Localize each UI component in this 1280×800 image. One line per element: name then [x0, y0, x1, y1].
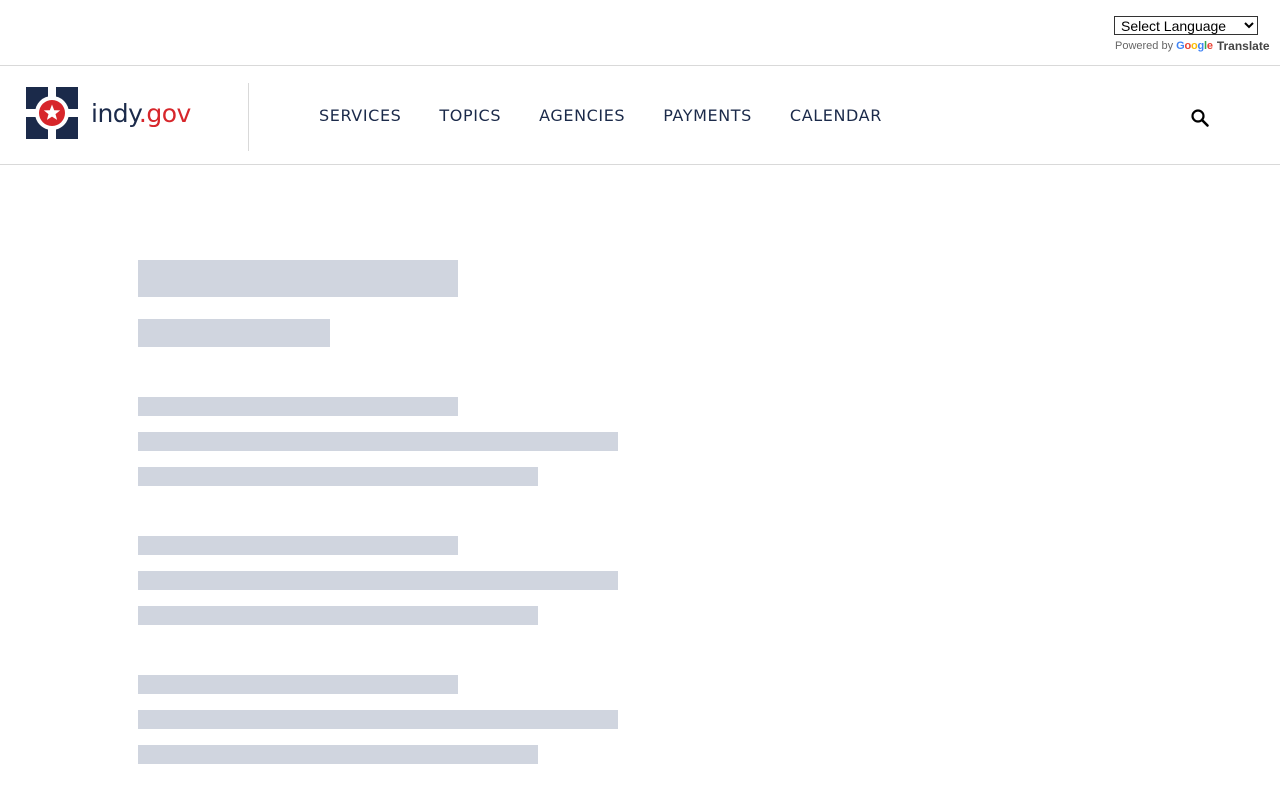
google-logo: Google	[1176, 40, 1213, 52]
header-divider	[248, 83, 249, 151]
skeleton-title	[138, 260, 458, 297]
translate-bar: Select Language Powered by Google Transl…	[0, 0, 1280, 66]
nav-agencies[interactable]: AGENCIES	[539, 106, 625, 125]
logo-wordmark: indy.gov	[91, 98, 191, 128]
nav-calendar[interactable]: CALENDAR	[790, 106, 882, 125]
skeleton-line	[138, 675, 458, 694]
skeleton-subtitle	[138, 319, 330, 347]
indy-gov-emblem-icon	[26, 87, 78, 139]
skeleton-line	[138, 571, 618, 590]
search-button[interactable]	[1188, 106, 1212, 130]
skeleton-line	[138, 432, 618, 451]
search-icon	[1191, 109, 1209, 127]
skeleton-line	[138, 606, 538, 625]
powered-by-label: Powered by	[1115, 40, 1174, 52]
skeleton-line	[138, 467, 538, 486]
google-translate-attribution: Powered by Google Translate	[1115, 39, 1270, 53]
nav-payments[interactable]: PAYMENTS	[663, 106, 752, 125]
skeleton-line	[138, 710, 618, 729]
skeleton-line	[138, 536, 458, 555]
nav-topics[interactable]: TOPICS	[439, 106, 501, 125]
nav-services[interactable]: SERVICES	[319, 106, 401, 125]
site-header: indy.gov SERVICES TOPICS AGENCIES PAYMEN…	[0, 66, 1280, 165]
translate-link[interactable]: Translate	[1217, 39, 1270, 53]
main-nav: SERVICES TOPICS AGENCIES PAYMENTS CALEND…	[319, 66, 920, 165]
skeleton-line	[138, 397, 458, 416]
language-select[interactable]: Select Language	[1114, 16, 1258, 35]
skeleton-line	[138, 745, 538, 764]
indy-gov-logo-link[interactable]: indy.gov	[26, 87, 191, 139]
